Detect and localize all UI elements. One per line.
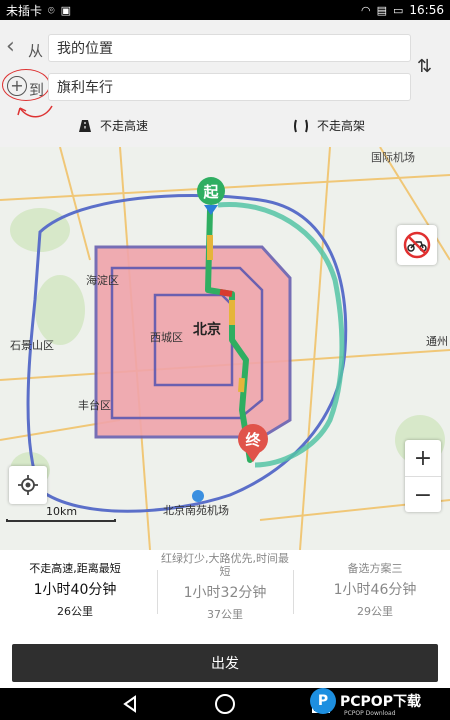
map-label-beijing: 北京: [193, 322, 221, 338]
scale-bar: [6, 519, 116, 522]
plan-option-1[interactable]: 不走高速,距离最短 1小时40分钟 26公里: [0, 550, 150, 635]
destination-field[interactable]: 旗利车行: [48, 73, 411, 101]
swap-icon[interactable]: ⇅: [417, 56, 432, 77]
avoid-elevated-toggle[interactable]: 不走高架: [293, 117, 365, 134]
gallery-status-icon: ▣: [60, 3, 72, 17]
map-label-airport: 国际机场: [371, 151, 415, 164]
plan-option-3[interactable]: 备选方案三 1小时46分钟 29公里: [300, 550, 450, 635]
plan-distance: 37公里: [207, 608, 243, 621]
plan-title: 备选方案三: [347, 562, 403, 575]
wifi-icon: ◠: [360, 3, 371, 17]
nav-home-icon[interactable]: [215, 694, 235, 714]
scale-label: 10km: [46, 505, 78, 518]
map-scale: 10km: [6, 505, 116, 523]
zoom-controls: + −: [405, 440, 441, 512]
crosshair-icon: [18, 475, 38, 495]
watermark-sub: PCPOP Download: [344, 710, 396, 717]
nav-back-icon[interactable]: [122, 695, 138, 713]
zoom-out-button[interactable]: −: [405, 476, 441, 513]
map-label-tongzhou: 通州: [426, 335, 448, 348]
zoom-in-button[interactable]: +: [405, 440, 441, 476]
route-options: 不走高速 不走高架: [0, 111, 450, 139]
no-motorcycle-button[interactable]: [397, 225, 437, 265]
carrier-text: 未插卡: [6, 3, 43, 18]
location-status-icon: ⌾: [48, 3, 55, 17]
avoid-elevated-label: 不走高架: [317, 119, 366, 133]
battery-icon: ▭: [393, 3, 404, 17]
plan-option-2[interactable]: 红绿灯少,大路优先,时间最短 1小时32分钟 37公里: [150, 550, 300, 635]
plan-time: 1小时32分钟: [183, 585, 267, 601]
start-marker-text: 起: [203, 182, 219, 201]
back-icon[interactable]: ‹: [6, 34, 15, 59]
avoid-highway-toggle[interactable]: 不走高速: [78, 117, 148, 134]
destination-text: 旗利车行: [57, 80, 113, 96]
my-location-icon: [204, 205, 218, 215]
map-label-fengtai: 丰台区: [78, 399, 111, 412]
clock: 16:56: [409, 3, 444, 17]
end-marker-pin-icon: [246, 452, 260, 462]
add-waypoint-icon[interactable]: +: [7, 76, 27, 96]
start-navigation-button[interactable]: 出发: [12, 644, 438, 682]
map-label-nanyuan: 北京南苑机场: [163, 504, 229, 517]
map-canvas: [0, 147, 450, 550]
origin-field[interactable]: 我的位置: [48, 34, 411, 62]
origin-text: 我的位置: [57, 41, 113, 57]
no-motorcycle-icon: [403, 231, 431, 259]
locate-button[interactable]: [9, 466, 47, 504]
map-label-shijingshan: 石景山区: [10, 339, 54, 352]
end-marker-text: 终: [245, 430, 261, 449]
status-bar: 未插卡 ⌾ ▣ ◠ ▤ ▭ 16:56: [0, 0, 450, 20]
plan-distance: 26公里: [57, 605, 93, 618]
map-label-haidian: 海淀区: [86, 274, 119, 287]
elevated-road-icon: [294, 119, 308, 132]
plan-distance: 29公里: [357, 605, 393, 618]
map-label-xicheng: 西城区: [150, 331, 183, 344]
to-label: 到: [29, 81, 45, 99]
plan-divider: [293, 570, 294, 614]
plan-time: 1小时40分钟: [33, 582, 117, 598]
watermark-logo: P: [310, 688, 336, 714]
from-label: 从: [28, 42, 44, 60]
plan-title: 红绿灯少,大路优先,时间最短: [161, 552, 289, 578]
screenshot-status-icon: ▤: [376, 3, 387, 17]
start-marker[interactable]: 起: [197, 177, 225, 205]
map-view[interactable]: 国际机场 海淀区 西城区 北京 石景山区 丰台区 通州 北京南苑机场 起 终: [0, 147, 450, 550]
watermark: P PCPOP下载 PCPOP Download: [310, 684, 421, 718]
route-plans: 不走高速,距离最短 1小时40分钟 26公里 红绿灯少,大路优先,时间最短 1小…: [0, 550, 450, 635]
end-marker[interactable]: 终: [238, 424, 268, 454]
plan-time: 1小时46分钟: [333, 582, 417, 598]
plan-title: 不走高速,距离最短: [29, 562, 121, 575]
watermark-brand: PCPOP下载: [340, 694, 421, 710]
highway-icon: [79, 119, 91, 132]
avoid-highway-label: 不走高速: [100, 119, 149, 133]
